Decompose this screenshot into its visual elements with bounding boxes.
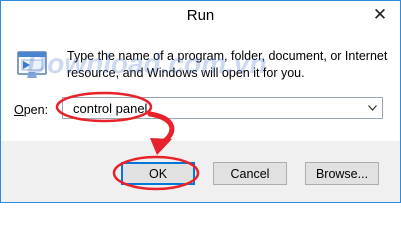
instruction-text: Type the name of a program, folder, docu… xyxy=(67,49,388,80)
close-button[interactable]: ✕ xyxy=(368,4,392,26)
open-label: Open: xyxy=(14,103,48,117)
run-app-icon xyxy=(17,51,47,78)
cancel-button[interactable]: Cancel xyxy=(213,162,287,185)
open-combobox[interactable] xyxy=(62,97,383,119)
title-bar: Run ✕ xyxy=(1,1,400,33)
window-title: Run xyxy=(186,7,215,24)
dropdown-button[interactable] xyxy=(364,100,380,116)
chevron-down-icon xyxy=(367,105,377,111)
open-label-text: pen: xyxy=(23,103,49,117)
open-input[interactable] xyxy=(65,99,369,117)
dialog-content: Type the name of a program, folder, docu… xyxy=(1,33,400,141)
browse-button[interactable]: Browse... xyxy=(305,162,379,185)
ok-button[interactable]: OK xyxy=(121,162,195,185)
run-dialog: Run ✕ Type the name of a program, folder… xyxy=(0,0,401,203)
close-icon: ✕ xyxy=(372,5,388,24)
open-label-accelerator: O xyxy=(14,103,24,117)
